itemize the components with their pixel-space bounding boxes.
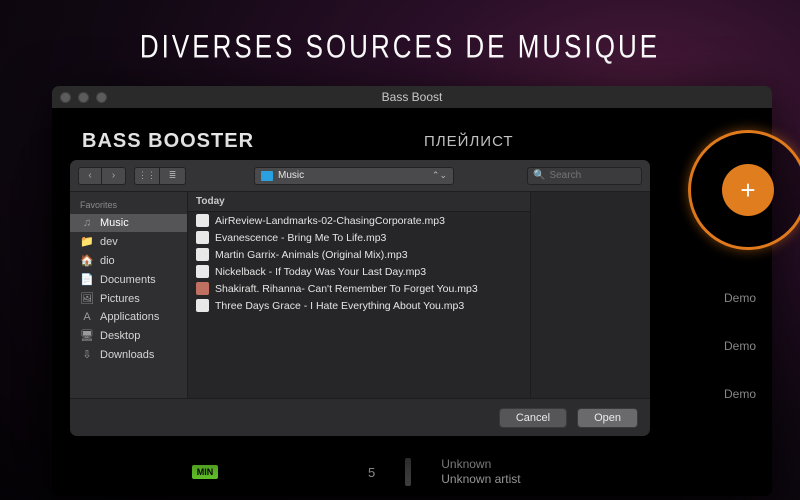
file-row[interactable]: Nickelback - If Today Was Your Last Day.… [188, 263, 530, 280]
eq-min-chip[interactable]: MIN [192, 465, 218, 479]
sidebar-item-pictures[interactable]: 🖼 Pictures [70, 289, 187, 308]
sidebar-item-icon: ♫ [80, 217, 94, 229]
audio-file-icon [196, 265, 209, 278]
sidebar-item-icon: 🏠 [80, 254, 94, 267]
sidebar-item-dev[interactable]: 📁 dev [70, 232, 187, 251]
sidebar-item-label: Documents [100, 274, 156, 286]
sidebar-item-icon: 🖼 [80, 292, 94, 305]
file-name: Three Days Grace - I Hate Everything Abo… [215, 300, 464, 312]
sidebar-item-icon: 📄 [80, 273, 94, 286]
location-label: Music [278, 170, 427, 181]
list-icon: ≣ [169, 170, 177, 181]
file-name: Evanescence - Bring Me To Life.mp3 [215, 232, 386, 244]
sidebar-item-icon: 🖥 [80, 329, 94, 342]
audio-file-icon [196, 214, 209, 227]
image-file-icon [196, 282, 209, 295]
nav-back-button[interactable]: ‹ [78, 167, 102, 185]
sidebar-item-label: Desktop [100, 330, 140, 342]
add-highlight-ring: + [688, 130, 800, 250]
sidebar-item-icon: ⇩ [80, 348, 94, 361]
view-mode-segment: ⋮⋮ ≣ [134, 167, 186, 185]
sidebar-item-label: Downloads [100, 349, 154, 361]
file-row[interactable]: Shakiraft. Rihanna- Can't Remember To Fo… [188, 280, 530, 297]
sidebar-item-label: Applications [100, 311, 159, 323]
file-open-dialog: ‹ › ⋮⋮ ≣ Music ⌃⌄ 🔍 Favorites ♫ Music 📁 dev… [70, 160, 650, 436]
view-columns-button[interactable]: ⋮⋮ [134, 167, 160, 185]
track-title: Unknown [441, 457, 520, 473]
audio-file-icon [196, 248, 209, 261]
open-button[interactable]: Open [577, 408, 638, 428]
chevron-left-icon: ‹ [88, 170, 91, 181]
sidebar-item-downloads[interactable]: ⇩ Downloads [70, 345, 187, 364]
add-track-button[interactable]: + [722, 164, 774, 216]
view-list-button[interactable]: ≣ [160, 167, 186, 185]
app-brand: BASS BOOSTER [82, 130, 254, 153]
window-titlebar[interactable]: Bass Boost [52, 86, 772, 108]
slider-handle[interactable] [405, 458, 411, 486]
track-number: 5 [368, 465, 375, 480]
sidebar-item-label: dev [100, 236, 118, 248]
cancel-button[interactable]: Cancel [499, 408, 567, 428]
demo-label: Demo [724, 339, 756, 353]
preview-pane [530, 192, 650, 398]
search-input[interactable] [549, 170, 636, 181]
promo-headline: DIVERSES SOURCES DE MUSIQUE [0, 0, 800, 66]
file-name: Nickelback - If Today Was Your Last Day.… [215, 266, 426, 278]
file-row[interactable]: AirReview-Landmarks-02-ChasingCorporate.… [188, 212, 530, 229]
sidebar-item-applications[interactable]: A Applications [70, 308, 187, 326]
audio-file-icon [196, 299, 209, 312]
location-popup[interactable]: Music ⌃⌄ [254, 167, 454, 185]
audio-file-icon [196, 231, 209, 244]
sidebar-item-label: Pictures [100, 293, 140, 305]
search-icon: 🔍 [533, 170, 545, 181]
demo-label: Demo [724, 291, 756, 305]
sidebar-item-documents[interactable]: 📄 Documents [70, 270, 187, 289]
chevron-right-icon: › [112, 170, 115, 181]
demo-column: Demo Demo Demo [724, 291, 756, 401]
sidebar-item-label: Music [100, 217, 129, 229]
sidebar-item-music[interactable]: ♫ Music [70, 214, 187, 232]
dialog-toolbar: ‹ › ⋮⋮ ≣ Music ⌃⌄ 🔍 [70, 160, 650, 192]
sidebar-item-icon: 📁 [80, 235, 94, 248]
sidebar-item-dio[interactable]: 🏠 dio [70, 251, 187, 270]
folder-icon [261, 171, 273, 181]
plus-icon: + [740, 175, 755, 206]
file-name: Shakiraft. Rihanna- Can't Remember To Fo… [215, 283, 478, 295]
now-playing: Unknown Unknown artist [441, 457, 520, 488]
updown-icon: ⌃⌄ [432, 170, 447, 181]
file-row[interactable]: Evanescence - Bring Me To Life.mp3 [188, 229, 530, 246]
dialog-footer: Cancel Open [70, 398, 650, 436]
search-field[interactable]: 🔍 [527, 167, 642, 185]
app-header: BASS BOOSTER ПЛЕЙЛИСТ [52, 108, 772, 163]
sidebar-section-header: Favorites [70, 198, 187, 214]
file-name: AirReview-Landmarks-02-ChasingCorporate.… [215, 215, 445, 227]
nav-forward-button[interactable]: › [102, 167, 126, 185]
file-row[interactable]: Martin Garrix- Animals (Original Mix).mp… [188, 246, 530, 263]
demo-label: Demo [724, 387, 756, 401]
track-artist: Unknown artist [441, 472, 520, 488]
nav-buttons: ‹ › [78, 167, 126, 185]
sidebar-item-desktop[interactable]: 🖥 Desktop [70, 326, 187, 345]
file-group-header: Today [188, 192, 530, 212]
app-footer: MIN 5 Unknown Unknown artist [52, 457, 772, 488]
window-title: Bass Boost [52, 90, 772, 104]
sidebar-item-icon: A [80, 311, 94, 323]
sidebar-item-label: dio [100, 255, 115, 267]
file-list: Today AirReview-Landmarks-02-ChasingCorp… [188, 192, 530, 398]
file-name: Martin Garrix- Animals (Original Mix).mp… [215, 249, 408, 261]
columns-icon: ⋮⋮ [138, 170, 156, 181]
file-row[interactable]: Three Days Grace - I Hate Everything Abo… [188, 297, 530, 314]
playlist-heading: ПЛЕЙЛИСТ [424, 133, 514, 150]
dialog-sidebar: Favorites ♫ Music 📁 dev 🏠 dio 📄 Documents 🖼 Pictu… [70, 192, 188, 398]
dialog-body: Favorites ♫ Music 📁 dev 🏠 dio 📄 Documents 🖼 Pictu… [70, 192, 650, 398]
